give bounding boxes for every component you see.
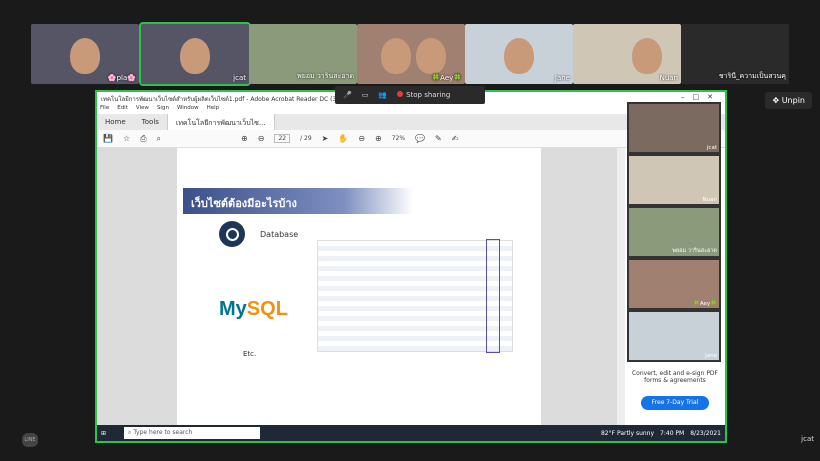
stop-share-button[interactable]: Stop sharing xyxy=(397,91,450,99)
participant-name: Jane xyxy=(554,74,570,82)
participant-tile[interactable]: jcat xyxy=(139,22,251,86)
participant-tile[interactable]: Jane xyxy=(465,24,573,84)
page-down-icon[interactable]: ⊖ xyxy=(258,134,265,143)
tab-document[interactable]: เทคโนโลยีการพัฒนาเว็บไซ... xyxy=(166,114,275,130)
menu-edit[interactable]: Edit xyxy=(117,105,128,113)
page-number-input[interactable]: 22 xyxy=(274,134,291,143)
sign-icon[interactable]: ✍ xyxy=(452,134,459,143)
participant-name: 🍀Aey🍀 xyxy=(431,74,462,82)
highlight-box xyxy=(486,239,500,353)
database-icon xyxy=(219,221,245,247)
unpin-button[interactable]: ✥ Unpin xyxy=(765,92,812,109)
participant-name: Nuan xyxy=(659,74,678,82)
tab-tools[interactable]: Tools xyxy=(134,114,167,130)
pen-icon[interactable]: ✎ xyxy=(435,134,442,143)
zoom-meeting-window: 🌸pla🌸 jcat พยอม วารินสะอาด 🍀Aey🍀 Jane Nu… xyxy=(0,0,820,461)
slide: เว็บไซต์ต้องมีอะไรบ้าง Database MySQL Et… xyxy=(183,188,533,388)
self-view-name: jcat xyxy=(801,435,814,443)
menu-view[interactable]: View xyxy=(136,105,149,113)
windows-taskbar: ⊞ ⌕ Type here to search 82°F Partly sunn… xyxy=(97,425,725,441)
pdf-page: เว็บไซต์ต้องมีอะไรบ้าง Database MySQL Et… xyxy=(177,148,541,428)
stop-share-label: Stop sharing xyxy=(406,91,451,99)
participant-tile[interactable]: พยอม วารินสะอาด xyxy=(249,24,357,84)
mysql-sql: SQL xyxy=(246,298,288,320)
gallery-tile[interactable]: พยอม วารินสะอาด xyxy=(627,206,721,258)
database-table-screenshot xyxy=(317,239,513,353)
zoom-in-icon[interactable]: ⊕ xyxy=(375,134,382,143)
participant-tile[interactable]: Nuan xyxy=(573,24,681,84)
bookmark-icon[interactable]: ☆ xyxy=(123,134,130,143)
menu-help[interactable]: Help xyxy=(207,105,220,113)
comment-icon[interactable]: 💬 xyxy=(415,134,425,143)
pin-icon: ✥ xyxy=(772,96,780,105)
etc-label: Etc. xyxy=(243,350,257,358)
participant-video xyxy=(180,38,210,74)
database-label: Database xyxy=(260,230,299,239)
search-icon[interactable]: ⌕ xyxy=(157,134,161,144)
participants-icon[interactable]: 👥 xyxy=(378,91,387,99)
window-controls[interactable]: –□✕ xyxy=(681,93,721,101)
taskbar-search[interactable]: ⌕ Type here to search xyxy=(124,427,261,439)
print-icon[interactable]: ⎙ xyxy=(140,134,146,144)
window-title: เทคโนโลยีการพัฒนาเว็บไซต์สำหรับผู้ผลิตเว… xyxy=(101,96,353,103)
participant-tile[interactable]: 🌸pla🌸 xyxy=(31,24,139,84)
line-logo: LINE xyxy=(22,433,38,447)
participant-tile[interactable]: 🍀Aey🍀 xyxy=(357,24,465,84)
gallery-name: พยอม วารินสะอาด xyxy=(672,248,717,254)
gallery-tile[interactable]: Nuan xyxy=(627,154,721,206)
mysql-logo: MySQL xyxy=(219,298,288,321)
slide-title: เว็บไซต์ต้องมีอะไรบ้าง xyxy=(183,188,413,214)
menu-sign[interactable]: Sign xyxy=(157,105,169,113)
participant-name: 🌸pla🌸 xyxy=(107,74,136,82)
clock-date[interactable]: 8/23/2021 xyxy=(690,430,721,437)
shared-screen: เทคโนโลยีการพัฒนาเว็บไซต์สำหรับผู้ผลิตเว… xyxy=(95,86,727,443)
participant-tile[interactable]: ชารินี_ความเป็นสวนคุ xyxy=(681,24,789,84)
page-total: / 29 xyxy=(300,135,312,142)
save-icon[interactable]: 💾 xyxy=(103,134,113,143)
page-up-icon[interactable]: ⊕ xyxy=(241,134,248,143)
participant-video xyxy=(632,38,662,74)
tab-home[interactable]: Home xyxy=(97,114,134,130)
clock-time[interactable]: 7:40 PM xyxy=(660,430,684,437)
zoom-level[interactable]: 72% xyxy=(392,135,405,142)
system-tray: 82°F Partly sunny 7:40 PM 8/23/2021 xyxy=(601,430,725,437)
zoom-out-icon[interactable]: ⊖ xyxy=(358,134,365,143)
free-trial-button[interactable]: Free 7-Day Trial xyxy=(641,396,709,410)
vertical-scrollbar[interactable] xyxy=(617,148,625,428)
document-area: เว็บไซต์ต้องมีอะไรบ้าง Database MySQL Et… xyxy=(97,148,617,428)
promo-text: Convert, edit and e-sign PDF forms & agr… xyxy=(631,370,719,384)
gallery-name: Nuan xyxy=(702,197,717,203)
menu-file[interactable]: File xyxy=(100,105,109,113)
participant-name: พยอม วารินสะอาด xyxy=(297,72,354,80)
unpin-label: Unpin xyxy=(781,96,805,105)
search-placeholder: Type here to search xyxy=(133,429,193,436)
participant-video xyxy=(416,38,446,74)
gallery-tile[interactable]: 🍀Aey🍀 xyxy=(627,258,721,310)
participant-video xyxy=(381,38,411,74)
menu-window[interactable]: Window xyxy=(177,105,199,113)
participant-name: ชารินี_ความเป็นสวนคุ xyxy=(718,72,786,80)
mic-icon[interactable]: 🎤 xyxy=(343,91,352,99)
zoom-share-controls: 🎤 ▭ 👥 Stop sharing xyxy=(335,86,485,104)
participant-name: jcat xyxy=(233,74,246,82)
search-icon: ⌕ xyxy=(128,429,132,436)
cursor-icon[interactable]: ➤ xyxy=(322,134,329,143)
gallery-name: 🍀Aey🍀 xyxy=(692,301,717,307)
mysql-my: My xyxy=(219,298,247,320)
gallery-name: Jane xyxy=(705,353,717,359)
gallery-tile[interactable]: jcat xyxy=(627,102,721,154)
start-icon[interactable]: ⊞ xyxy=(101,430,106,437)
participant-video xyxy=(70,38,100,74)
gallery-tile[interactable]: Jane xyxy=(627,310,721,362)
hand-icon[interactable]: ✋ xyxy=(338,134,348,143)
gallery-name: jcat xyxy=(706,145,717,151)
video-icon[interactable]: ▭ xyxy=(362,91,369,99)
weather[interactable]: 82°F Partly sunny xyxy=(601,430,654,437)
participant-video xyxy=(504,38,534,74)
